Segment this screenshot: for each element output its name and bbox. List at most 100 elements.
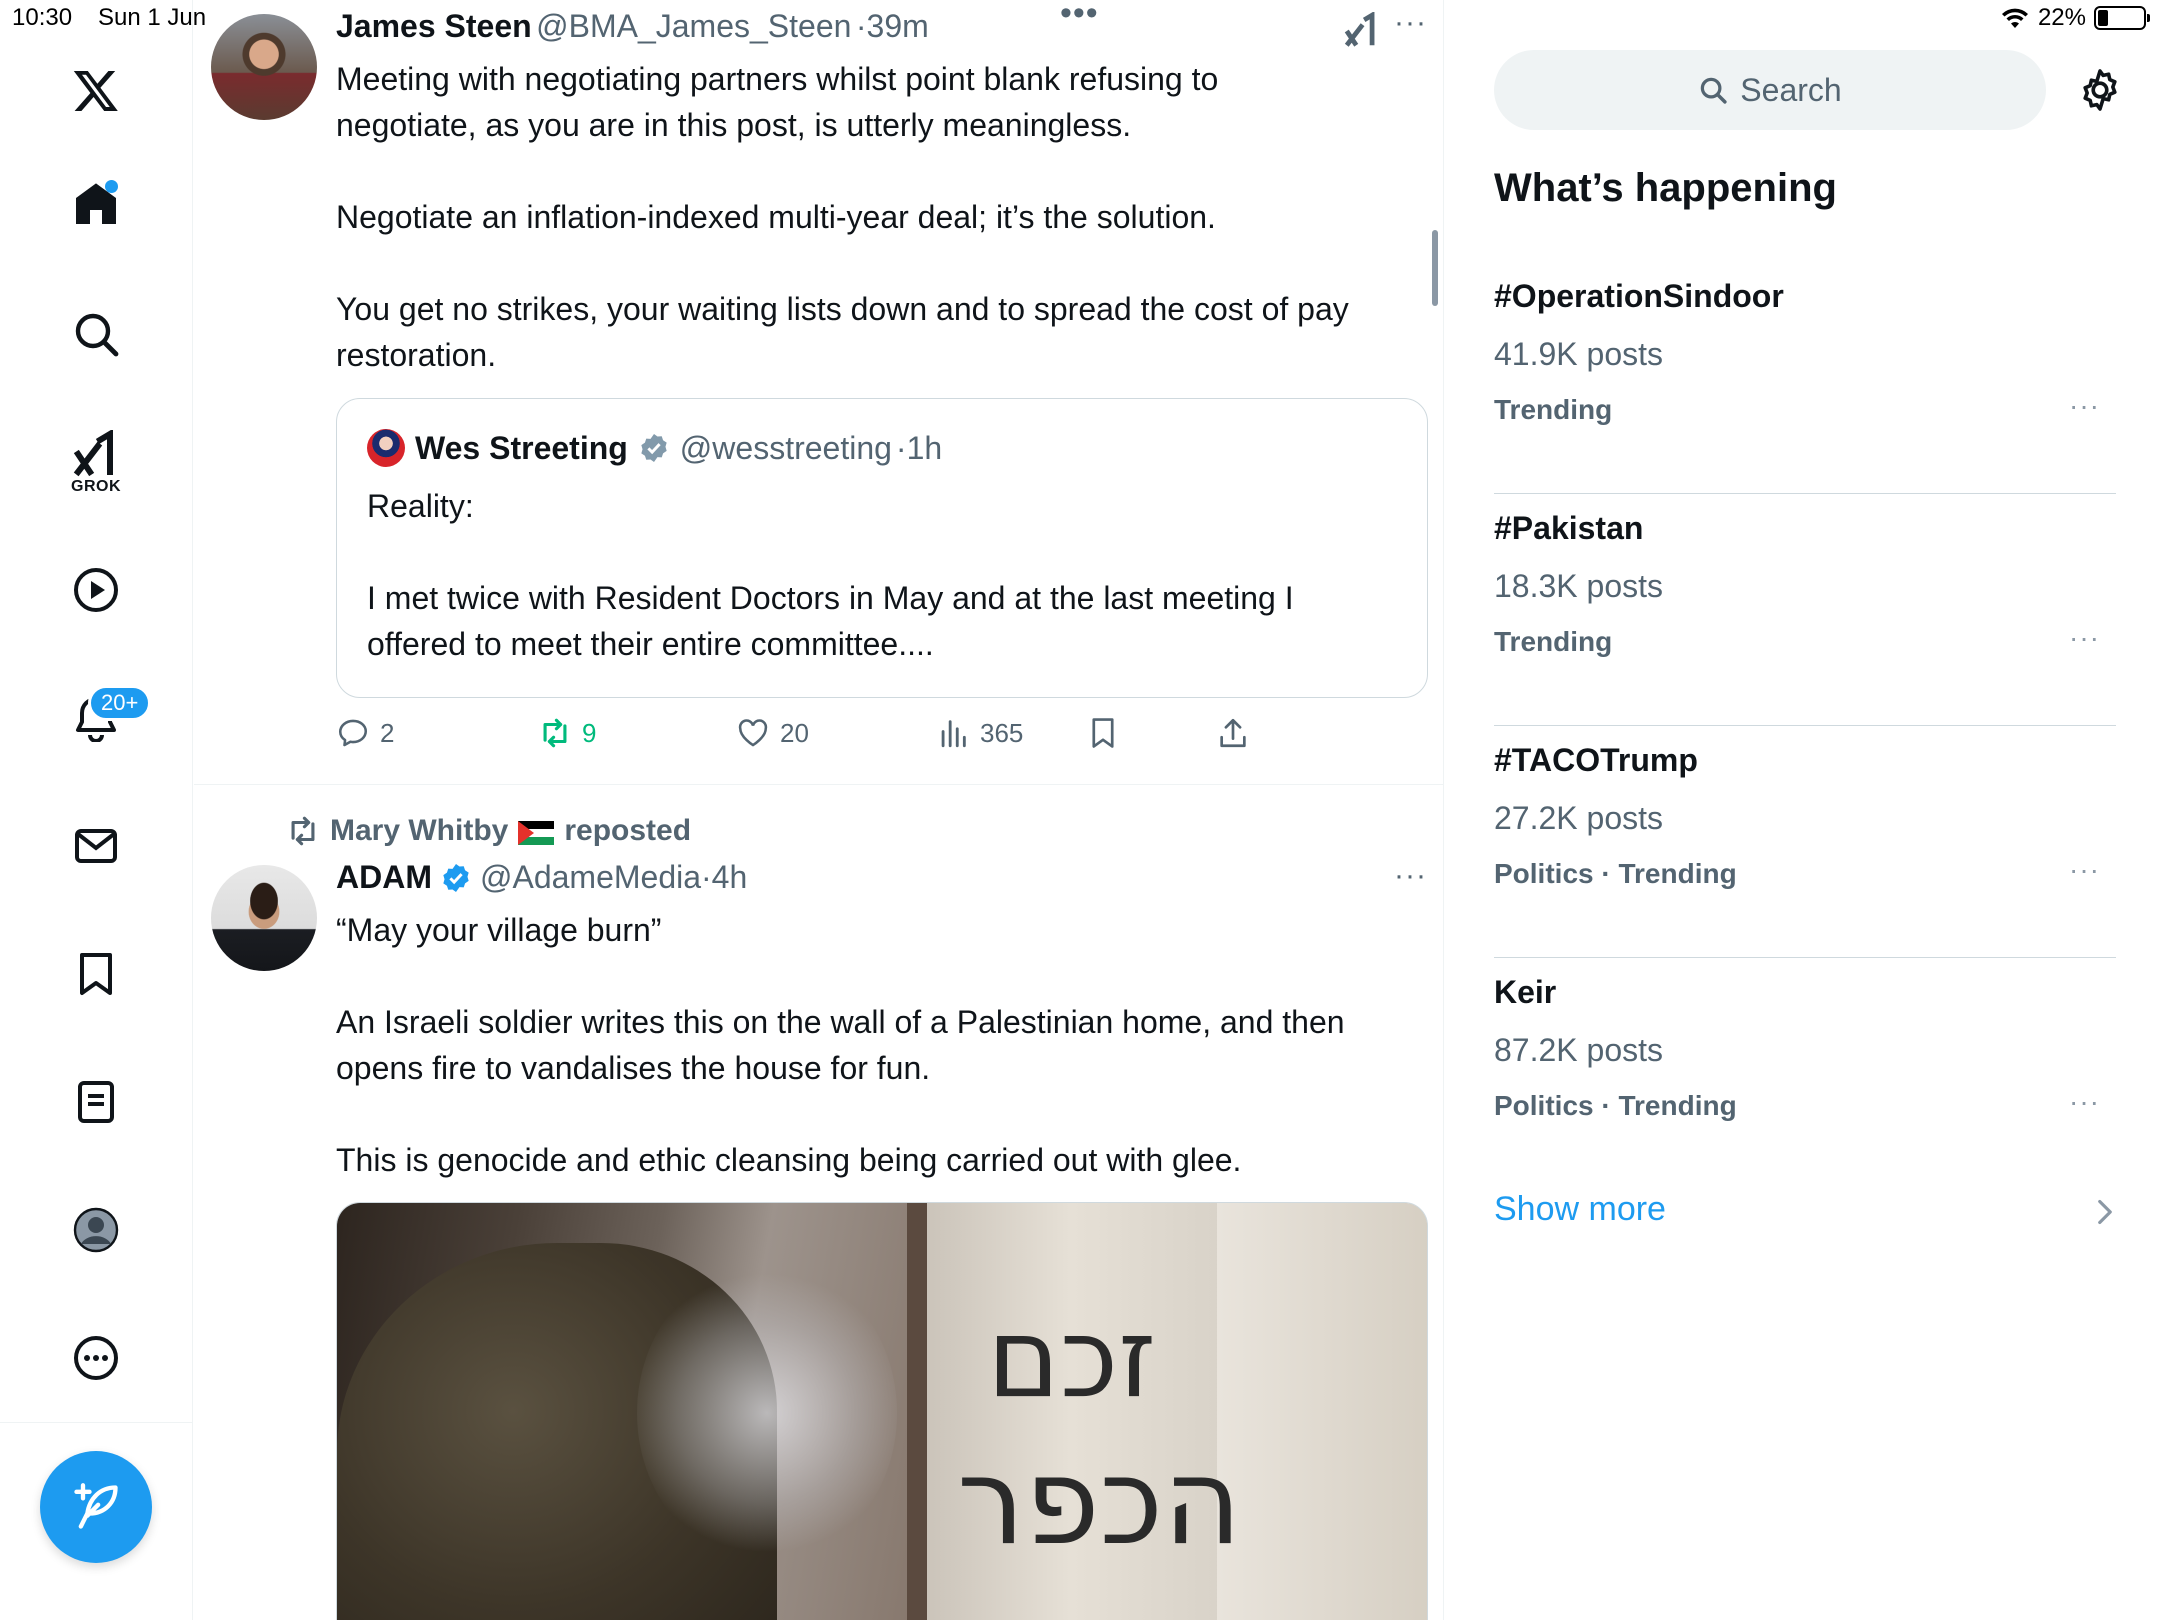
more-menu-icon[interactable] — [66, 1328, 126, 1388]
left-navigation: GROK 20+ — [0, 0, 193, 1620]
trend-item[interactable]: Keir 87.2K posts Politics · Trending ··· — [1494, 958, 2116, 1190]
author-handle[interactable]: @BMA_James_Steen — [536, 8, 851, 44]
reposter-name[interactable]: Mary Whitby — [330, 814, 508, 848]
trend-category: Trending — [1494, 394, 1613, 425]
grok-icon[interactable] — [66, 424, 126, 484]
post-header: ADAM @AdameMedia · 4h — [336, 859, 747, 896]
quoted-separator: · — [895, 429, 907, 466]
lists-icon[interactable] — [66, 1072, 126, 1132]
trend-more-icon[interactable]: ··· — [2069, 390, 2100, 422]
reply-count: 2 — [380, 717, 395, 748]
bookmark-icon — [1092, 718, 1114, 748]
quoted-post-header: Wes Streeting @wesstreeting · 1h — [367, 429, 942, 467]
search-input[interactable]: Search — [1494, 50, 2046, 130]
author-name[interactable]: ADAM — [336, 859, 432, 896]
like-count: 20 — [780, 717, 809, 748]
reply-button[interactable]: 2 — [336, 716, 394, 750]
post-james-steen[interactable]: James Steen @BMA_James_Steen ·39m ··· Me… — [194, 0, 1443, 784]
trend-more-icon[interactable]: ··· — [2069, 1086, 2100, 1118]
reposted-label: reposted — [564, 814, 692, 847]
compose-post-button[interactable] — [40, 1451, 152, 1563]
video-icon[interactable] — [66, 560, 126, 620]
quoted-post-text: Reality: I met twice with Resident Docto… — [367, 488, 1294, 662]
post-more-icon[interactable]: ··· — [1394, 859, 1427, 893]
avatar-adam[interactable] — [211, 865, 317, 971]
trend-item[interactable]: #TACOTrump 27.2K posts Politics · Trendi… — [1494, 726, 2116, 958]
media-graffiti-line1: זכם — [987, 1294, 1157, 1422]
repost-button[interactable]: 9 — [538, 716, 596, 750]
quoted-author-name: Wes Streeting — [415, 429, 628, 466]
trend-name: #TACOTrump — [1494, 742, 1698, 778]
repost-context: Mary Whitby reposted — [286, 814, 691, 848]
post-adam[interactable]: Mary Whitby reposted ADAM @AdameMedia · 4… — [194, 785, 1443, 1620]
trend-more-icon[interactable]: ··· — [2069, 622, 2100, 654]
views-button[interactable]: 365 — [936, 716, 1023, 750]
media-smoke — [637, 1263, 897, 1563]
post-actions: 2 9 20 365 — [336, 716, 1336, 756]
quoted-avatar — [367, 429, 405, 467]
bookmarks-icon[interactable] — [66, 944, 126, 1004]
trend-name: #Pakistan — [1494, 510, 1644, 546]
trend-item[interactable]: #OperationSindoor 41.9K posts Trending ·… — [1494, 262, 2116, 494]
verified-badge-icon — [641, 434, 667, 462]
show-more-link[interactable]: Show more — [1494, 1190, 1666, 1229]
nav-divider — [0, 1422, 193, 1423]
whats-happening-title: What’s happening — [1494, 166, 1837, 210]
search-icon — [1701, 77, 1727, 104]
post-text: Meeting with negotiating partners whilst… — [336, 61, 1349, 373]
heart-icon — [738, 719, 768, 747]
trend-category: Trending — [1494, 626, 1613, 657]
trend-category: Politics · Trending — [1494, 1090, 1737, 1121]
search-placeholder: Search — [1740, 71, 1842, 108]
trend-count: 27.2K posts — [1494, 800, 1663, 836]
grok-post-icon[interactable] — [1342, 10, 1380, 50]
repost-count: 9 — [582, 717, 597, 748]
post-time[interactable]: 39m — [867, 8, 929, 44]
verified-badge-icon — [443, 863, 469, 892]
chevron-right-icon[interactable] — [2094, 1198, 2116, 1226]
avatar-james-steen[interactable] — [211, 14, 317, 120]
compose-feather-icon — [74, 1483, 118, 1529]
media-wall-edge — [907, 1203, 927, 1620]
search-nav-icon[interactable] — [66, 304, 126, 364]
messages-icon[interactable] — [66, 816, 126, 876]
author-handle[interactable]: @AdameMedia — [480, 859, 701, 896]
palestine-flag-icon — [518, 819, 555, 845]
trend-category: Politics · Trending — [1494, 858, 1737, 889]
trend-name: Keir — [1494, 974, 1557, 1010]
quoted-author-handle: @wesstreeting — [679, 429, 892, 466]
trend-count: 18.3K posts — [1494, 568, 1663, 604]
reply-icon — [338, 719, 368, 747]
post-time[interactable]: 4h — [712, 859, 748, 896]
x-logo-icon[interactable] — [66, 60, 126, 120]
trend-count: 87.2K posts — [1494, 1032, 1663, 1068]
author-name[interactable]: James Steen — [336, 8, 532, 44]
post-text: “May your village burn” An Israeli soldi… — [336, 912, 1345, 1178]
separator-dot: · — [701, 859, 712, 895]
bookmark-button[interactable] — [1086, 716, 1120, 750]
quoted-post[interactable]: Wes Streeting @wesstreeting · 1h Reality:… — [336, 398, 1428, 698]
home-icon[interactable] — [66, 174, 126, 234]
profile-icon[interactable] — [66, 1200, 126, 1260]
views-chart-icon — [941, 720, 966, 748]
settings-gear-icon[interactable] — [2076, 66, 2124, 114]
grok-label: GROK — [71, 478, 121, 495]
share-button[interactable] — [1216, 716, 1250, 750]
quoted-post-time: 1h — [906, 429, 943, 466]
media-graffiti-line2: הכפר — [957, 1433, 1242, 1572]
trend-item[interactable]: #Pakistan 18.3K posts Trending ··· — [1494, 494, 2116, 726]
repost-icon — [543, 718, 567, 748]
trend-count: 41.9K posts — [1494, 336, 1663, 372]
media-wall-panel — [1217, 1203, 1427, 1620]
post-header: James Steen @BMA_James_Steen ·39m — [336, 8, 929, 45]
repost-context-icon — [291, 816, 315, 846]
timeline: ••• James Steen @BMA_James_Steen ·39m ··… — [194, 0, 1444, 1620]
like-button[interactable]: 20 — [736, 716, 809, 750]
home-unread-dot — [105, 180, 118, 193]
post-more-icon[interactable]: ··· — [1394, 6, 1427, 40]
trend-more-icon[interactable]: ··· — [2069, 854, 2100, 886]
trend-name: #OperationSindoor — [1494, 278, 1784, 314]
right-sidebar: Search What’s happening #OperationSindoo… — [1446, 0, 2160, 1620]
share-icon — [1220, 718, 1246, 748]
post-media-image[interactable]: זכם הכפר — [336, 1202, 1428, 1620]
